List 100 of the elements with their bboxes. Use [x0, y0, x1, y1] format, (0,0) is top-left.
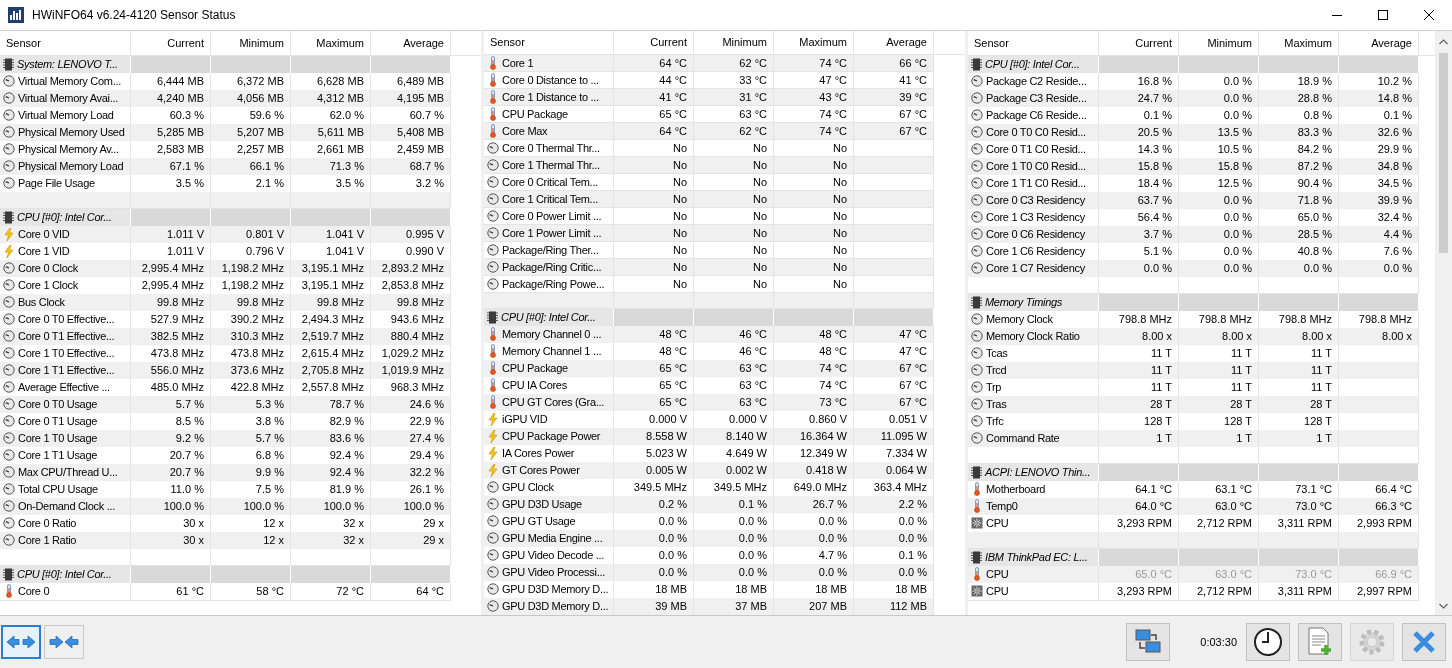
sensor-name: CPU Package — [502, 106, 568, 122]
sensor-name: Core 1 T0 C0 Resid... — [986, 159, 1086, 174]
thermometer-icon — [489, 344, 497, 359]
app-icon — [8, 7, 24, 23]
gauge-icon — [971, 415, 983, 428]
scroll-down-icon[interactable] — [1439, 603, 1448, 609]
gauge-icon — [971, 381, 983, 394]
gauge-icon — [487, 549, 499, 562]
sensor-name: Core 1 C3 Residency — [986, 210, 1085, 225]
gauge-icon — [971, 143, 983, 156]
value-cell: 64 °C — [371, 583, 451, 601]
value-cell: 37 MB — [694, 598, 774, 615]
fan-icon — [971, 517, 983, 530]
scrollbar-thumb[interactable] — [1439, 53, 1448, 253]
thermometer-icon — [489, 56, 497, 71]
sensor-name: Package/Ring Powe... — [502, 276, 605, 292]
sensor-name: Max CPU/Thread U... — [18, 465, 118, 480]
sensor-name: Package C3 Reside... — [986, 91, 1087, 106]
column-header[interactable]: Minimum — [694, 31, 774, 55]
column-header[interactable]: Maximum — [774, 31, 854, 55]
close-icon — [1412, 630, 1436, 654]
sensor-name: Total CPU Usage — [18, 482, 98, 497]
sensor-name: Core 1 VID — [18, 244, 70, 259]
report-button[interactable] — [1298, 623, 1342, 661]
scrollbar[interactable] — [1435, 31, 1452, 615]
gauge-icon — [3, 517, 15, 530]
group-title: CPU [#0]: Intel Cor... — [985, 57, 1080, 72]
lightning-icon — [488, 446, 498, 460]
thermometer-icon — [489, 124, 497, 139]
lightning-icon — [4, 227, 14, 241]
gauge-icon — [971, 211, 983, 224]
sensor-name: Core 0 T1 C0 Resid... — [986, 142, 1086, 157]
sensor-name: Command Rate — [986, 431, 1060, 446]
scroll-up-icon[interactable] — [1439, 39, 1448, 45]
gauge-icon — [3, 347, 15, 360]
sensor-name: Memory Clock Ratio — [986, 329, 1080, 344]
gauge-icon — [487, 210, 499, 223]
thermometer-icon — [973, 482, 981, 497]
view-button[interactable] — [44, 625, 84, 659]
gauge-icon — [3, 483, 15, 496]
sensor-name: Motherboard — [986, 482, 1046, 497]
gauge-icon — [3, 415, 15, 428]
column-header[interactable]: Sensor — [484, 31, 614, 55]
timer-button[interactable] — [1246, 623, 1290, 661]
close-button[interactable] — [1402, 623, 1446, 661]
network-button[interactable] — [1126, 623, 1171, 661]
sensor-name: Core 1 — [502, 55, 534, 71]
sensor-name: Memory Channel 0 ... — [502, 327, 602, 342]
sensor-name: Core 0 T0 Usage — [18, 397, 98, 412]
lightning-icon — [4, 244, 14, 258]
group-title: System: LENOVO T... — [17, 57, 118, 72]
sensor-name: Core 1 Critical Tem... — [502, 191, 598, 207]
sensor-name: Core 0 Distance to ... — [502, 72, 599, 88]
value-cell: 112 MB — [854, 598, 934, 615]
group-title: CPU [#0]: Intel Cor... — [17, 567, 112, 582]
sensor-name: On-Demand Clock ... — [18, 499, 115, 514]
sensor-name: Average Effective ... — [18, 380, 110, 395]
sensor-name: Core 0 T0 C0 Resid... — [986, 125, 1086, 140]
sensor-name: Core 0 T0 Effective... — [18, 312, 115, 327]
column-header[interactable]: Average — [854, 31, 934, 55]
gauge-icon — [487, 278, 499, 291]
sensor-name: Memory Clock — [986, 312, 1053, 327]
sensor-name: Package C2 Reside... — [986, 74, 1087, 89]
window-title: HWiNFO64 v6.24-4120 Sensor Status — [32, 7, 236, 24]
sensor-name: Core 1 C6 Residency — [986, 244, 1085, 259]
group-title: Memory Timings — [985, 295, 1062, 310]
chip-icon — [487, 310, 498, 324]
sensor-name: Core 1 Thermal Thr... — [502, 157, 600, 173]
gauge-icon — [971, 245, 983, 258]
sensor-name: Tcas — [986, 346, 1008, 361]
arrows-apart-icon — [6, 635, 36, 649]
sensor-name: Package C6 Reside... — [986, 108, 1087, 123]
gauge-icon — [971, 347, 983, 360]
elapsed-time: 0:03:30 — [1200, 634, 1237, 650]
group-title: CPU [#0]: Intel Cor... — [501, 310, 596, 325]
sensor-name: Core 0 Clock — [18, 261, 78, 276]
chip-icon — [971, 465, 982, 479]
sensor-name: CPU GT Cores (Gra... — [502, 395, 604, 410]
gauge-icon — [487, 176, 499, 189]
sensor-name: Core 0 — [18, 584, 50, 599]
view-button[interactable] — [1, 625, 41, 659]
thermometer-icon — [489, 107, 497, 122]
sensor-name: GPU Video Decode ... — [502, 548, 605, 563]
gauge-icon — [3, 143, 15, 156]
group-title: IBM ThinkPad EC: L... — [985, 550, 1088, 565]
sensor-name: Virtual Memory Load — [18, 108, 114, 123]
gauge-icon — [3, 449, 15, 462]
sensor-name: Core 1 T1 Effective... — [18, 363, 115, 378]
chip-icon — [971, 550, 982, 564]
value-cell: 61 °C — [131, 583, 211, 601]
sensor-name: Core 1 Power Limit ... — [502, 225, 602, 241]
column-header[interactable]: Current — [614, 31, 694, 55]
sensor-name: Page File Usage — [18, 176, 95, 191]
sensor-name: CPU Package — [502, 361, 568, 376]
sensor-name: GPU Video Processi... — [502, 565, 605, 580]
sensor-name: Core 1 T0 Effective... — [18, 346, 115, 361]
gauge-icon — [971, 75, 983, 88]
sensor-name: Core 1 C7 Residency — [986, 261, 1085, 276]
thermometer-icon — [489, 73, 497, 88]
settings-icon — [1357, 627, 1387, 657]
